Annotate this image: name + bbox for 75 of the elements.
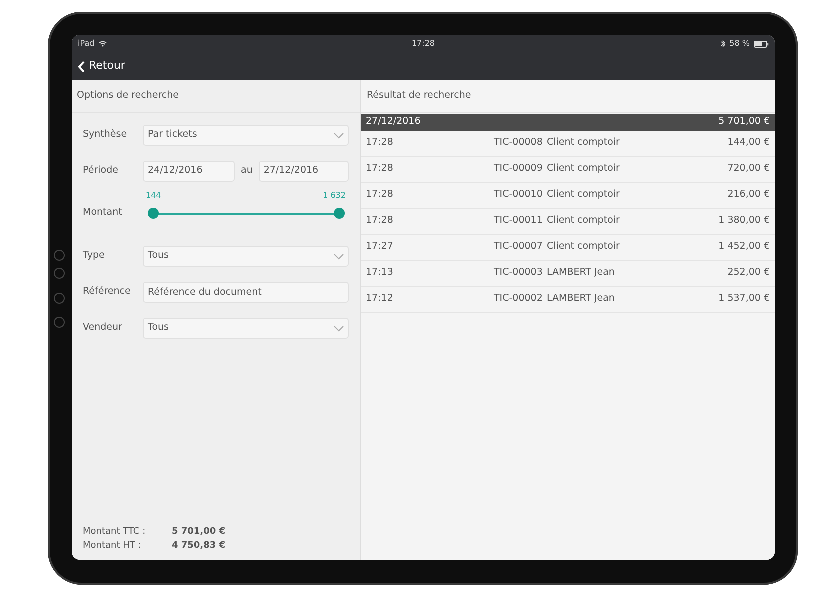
result-row[interactable]: 17:28 TIC-00010 Client comptoir 216,00 € (361, 183, 775, 209)
group-total: 5 701,00 € (718, 115, 770, 130)
field-label: Période (83, 164, 120, 178)
row-amount: 720,00 € (728, 162, 770, 176)
result-row[interactable]: 17:12 TIC-00002 LAMBERT Jean 1 537,00 € (361, 287, 775, 313)
back-button[interactable]: Retour (78, 58, 126, 75)
total-value: 5 701,00 € (172, 526, 226, 539)
row-time: 17:27 (366, 240, 394, 254)
slider-handle[interactable] (334, 208, 344, 219)
row-amount: 144,00 € (728, 136, 770, 150)
row-client: LAMBERT Jean (547, 266, 615, 280)
row-amount: 252,00 € (728, 266, 770, 280)
row-ticket: TIC-00011 (494, 214, 544, 228)
field-label: Référence (83, 285, 132, 300)
side-button-icon (54, 317, 65, 328)
row-time: 17:13 (366, 266, 394, 280)
panel-title: Options de recherche (77, 88, 179, 103)
battery-icon (754, 40, 769, 48)
row-amount: 1 452,00 € (718, 240, 770, 254)
row-ticket: TIC-00003 (494, 266, 544, 280)
range-min-value: 144 (146, 190, 162, 202)
total-label: Montant HT : (83, 540, 142, 552)
row-time: 17:28 (366, 162, 394, 176)
row-ticket: TIC-00009 (494, 162, 544, 176)
bluetooth-icon (720, 40, 726, 48)
row-time: 17:28 (366, 214, 394, 228)
chevron-left-icon (78, 60, 85, 72)
result-row[interactable]: 17:13 TIC-00003 LAMBERT Jean 252,00 € (361, 261, 775, 287)
side-button-icon (54, 268, 65, 279)
row-time: 17:28 (366, 188, 394, 202)
chevron-down-icon (334, 254, 344, 260)
row-time: 17:12 (366, 292, 394, 306)
total-value: 4 750,83 € (172, 540, 226, 552)
row-client: Client comptoir (547, 214, 620, 228)
side-button-icon (54, 293, 65, 304)
clock: 17:28 (412, 39, 436, 48)
field-label: Vendeur (83, 321, 124, 336)
row-ticket: TIC-00010 (494, 188, 544, 202)
separator-text: au (241, 164, 253, 178)
row-client: Client comptoir (547, 188, 620, 202)
panel-title: Résultat de recherche (367, 88, 472, 103)
row-client: LAMBERT Jean (547, 292, 615, 306)
row-ticket: TIC-00007 (494, 240, 544, 254)
battery-percent: 58 % (730, 38, 750, 50)
chevron-down-icon (334, 326, 344, 332)
row-amount: 1 380,00 € (718, 214, 770, 228)
input-field[interactable]: Référence du document (143, 282, 349, 303)
result-row[interactable]: 17:28 TIC-00011 Client comptoir 1 380,00 € (361, 209, 775, 235)
row-ticket: TIC-00002 (494, 292, 544, 306)
group-date: 27/12/2016 (366, 115, 421, 130)
range-max-value: 1 632 (323, 190, 346, 202)
device-name: iPad (78, 38, 95, 50)
dropdown[interactable]: Par tickets (143, 125, 349, 146)
field-label: Synthèse (83, 128, 128, 142)
total-label: Montant TTC : (83, 526, 147, 539)
result-row[interactable]: 17:28 TIC-00008 Client comptoir 144,00 € (361, 131, 775, 157)
date-field[interactable]: 27/12/2016 (258, 161, 349, 182)
dropdown[interactable]: Tous (143, 246, 349, 267)
row-ticket: TIC-00008 (494, 136, 544, 150)
row-client: Client comptoir (547, 136, 620, 150)
result-row[interactable]: 17:28 TIC-00009 Client comptoir 720,00 € (361, 157, 775, 183)
field-label: Montant (83, 206, 124, 220)
row-client: Client comptoir (547, 240, 620, 254)
wifi-icon (98, 41, 107, 47)
row-client: Client comptoir (547, 162, 620, 176)
row-amount: 216,00 € (728, 188, 770, 202)
chevron-down-icon (334, 132, 344, 138)
result-row[interactable]: 17:27 TIC-00007 Client comptoir 1 452,00 € (361, 235, 775, 261)
field-label: Type (83, 249, 106, 264)
dropdown[interactable]: Tous (143, 318, 349, 339)
date-field[interactable]: 24/12/2016 (143, 161, 235, 182)
row-time: 17:28 (366, 136, 394, 150)
slider-handle[interactable] (148, 208, 158, 219)
row-amount: 1 537,00 € (718, 292, 770, 306)
side-button-icon (54, 250, 65, 261)
